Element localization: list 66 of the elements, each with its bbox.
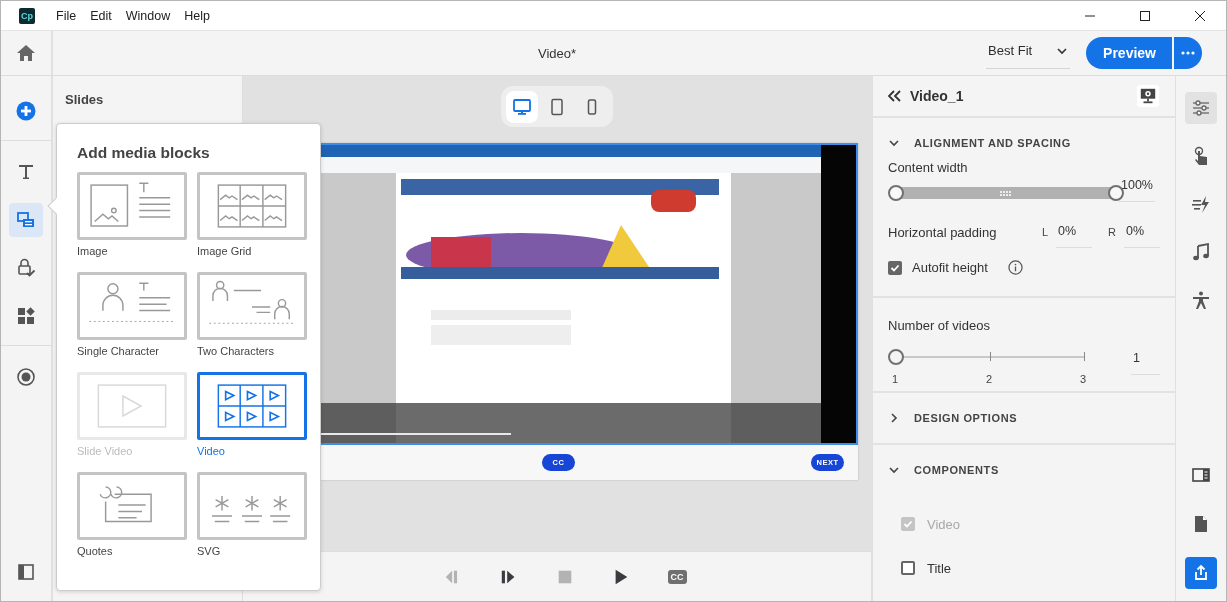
app-logo: Cp <box>19 7 35 24</box>
field-label: Content width <box>888 160 969 176</box>
slider-thumb[interactable] <box>888 349 904 366</box>
checkmark-icon <box>890 262 900 273</box>
value-field[interactable]: 1 <box>1131 351 1160 376</box>
layout-icon <box>1191 465 1211 485</box>
lock-check-icon <box>16 258 36 278</box>
record-icon <box>16 367 36 387</box>
popup-title: Add media blocks <box>77 144 211 162</box>
lightning-lines-icon <box>1191 194 1211 214</box>
music-note-icon <box>1191 242 1211 262</box>
field-label: Number of videos <box>888 318 991 334</box>
chevron-icon[interactable] <box>888 464 900 476</box>
field-label: L <box>1041 226 1049 239</box>
menu-item[interactable]: File <box>49 8 84 23</box>
desktop-icon <box>512 96 533 117</box>
device-button[interactable] <box>506 90 539 123</box>
value-field[interactable]: 0% <box>1124 216 1160 249</box>
slider-thumb[interactable] <box>1108 185 1124 202</box>
rail-button[interactable] <box>9 203 43 237</box>
checkbox-label: Title <box>927 560 952 576</box>
double-chevron-left-icon[interactable] <box>888 90 902 103</box>
widgets-icon <box>16 306 36 326</box>
tick-label: 3 <box>1079 373 1086 386</box>
checkbox[interactable] <box>888 260 902 275</box>
rail-button[interactable] <box>1185 557 1217 589</box>
section-title[interactable]: ALIGNMENT AND SPACING <box>914 137 1071 150</box>
media-icon <box>16 210 36 230</box>
chevron-icon[interactable] <box>888 412 900 424</box>
range-slider[interactable] <box>888 185 1124 202</box>
zoom-dropdown[interactable]: Best Fit <box>986 37 1071 69</box>
value-field[interactable]: 0% <box>1056 216 1093 249</box>
checkbox[interactable] <box>901 561 915 575</box>
add-icon <box>16 101 36 121</box>
monitor-icon <box>1139 87 1157 106</box>
panel-title: Video_1 <box>910 88 964 105</box>
slider-thumb[interactable] <box>888 185 904 202</box>
accessibility-figure-icon <box>1191 290 1211 310</box>
section-title[interactable]: COMPONENTS <box>914 464 999 476</box>
grip-icon <box>1000 190 1012 196</box>
tick-label: 1 <box>892 373 899 386</box>
rail-button[interactable] <box>1185 92 1217 124</box>
sliders-icon <box>1191 98 1211 118</box>
maximize-icon[interactable] <box>1139 9 1151 22</box>
preview-slide-button[interactable] <box>1137 85 1159 108</box>
section-title[interactable]: DESIGN OPTIONS <box>914 412 1018 424</box>
panel-icon <box>16 562 36 582</box>
tick-label: 2 <box>985 373 993 386</box>
checkmark-icon <box>903 519 913 529</box>
close-icon[interactable] <box>1194 9 1206 22</box>
menu-item[interactable]: Help <box>177 8 217 23</box>
menu-item[interactable]: Window <box>118 8 178 23</box>
text-icon <box>16 162 36 182</box>
info-icon[interactable] <box>1007 260 1023 276</box>
checkbox-label: Autofit height <box>912 260 988 276</box>
more-button[interactable] <box>1174 37 1202 69</box>
field-label: R <box>1108 226 1116 239</box>
field-label: Horizontal padding <box>888 224 997 240</box>
preview-button[interactable]: Preview <box>1086 37 1172 69</box>
checkbox-label: Video <box>927 516 960 532</box>
menu-item[interactable]: Edit <box>83 8 119 23</box>
home-icon <box>16 43 36 63</box>
document-title: Video* <box>537 45 577 61</box>
more-icon <box>1181 51 1195 55</box>
panel-title: Slides <box>65 92 105 107</box>
value-field[interactable]: 100% <box>1119 178 1155 203</box>
